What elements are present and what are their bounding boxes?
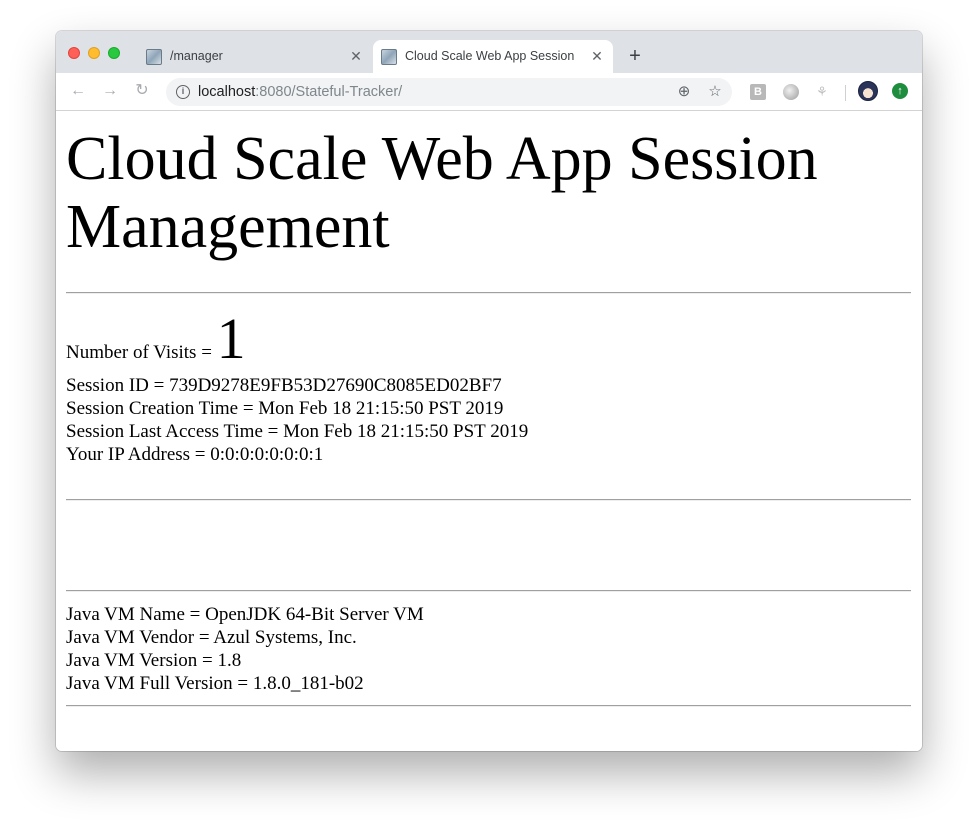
address-bar[interactable]: i localhost:8080/Stateful-Tracker/ ⊕ ☆ <box>166 78 732 106</box>
url-path: :8080/Stateful-Tracker/ <box>255 84 403 100</box>
divider-top <box>66 292 911 294</box>
visits-count: 1 <box>216 306 246 371</box>
session-id: Session ID = 739D9278E9FB53D27690C8085ED… <box>66 375 502 396</box>
window-maximize-button[interactable] <box>108 47 120 59</box>
divider-bottom <box>66 705 911 707</box>
extension-tree-icon[interactable]: ⚘ <box>814 84 830 100</box>
window-close-button[interactable] <box>68 47 80 59</box>
visits-label: Number of Visits = <box>66 342 217 363</box>
browser-toolbar: ← → ↻ i localhost:8080/Stateful-Tracker/… <box>56 73 922 111</box>
page-content: Cloud Scale Web App Session Management N… <box>56 111 922 751</box>
java-vm-version: Java VM Version = 1.8 <box>66 650 242 671</box>
reload-icon[interactable]: ↻ <box>130 79 154 103</box>
session-creation-time: Session Creation Time = Mon Feb 18 21:15… <box>66 398 504 419</box>
tab-manager[interactable]: /manager ✕ <box>138 40 372 73</box>
extension-circle-icon[interactable] <box>783 84 799 100</box>
divider-middle <box>66 499 911 501</box>
tab-close-icon[interactable]: ✕ <box>348 40 364 73</box>
tomcat-favicon-icon <box>146 49 162 65</box>
java-vm-vendor: Java VM Vendor = Azul Systems, Inc. <box>66 627 357 648</box>
tab-strip: /manager ✕ Cloud Scale Web App Session M… <box>56 31 922 73</box>
page-title: Cloud Scale Web App Session Management <box>66 125 818 261</box>
browser-window: /manager ✕ Cloud Scale Web App Session M… <box>56 31 922 751</box>
bookmark-star-icon[interactable]: ☆ <box>703 80 727 104</box>
visit-counter: Number of Visits = 1 <box>66 310 246 368</box>
site-info-icon[interactable]: i <box>176 85 190 99</box>
tab-title: Cloud Scale Web App Session Management <box>405 49 577 63</box>
java-vm-full-version: Java VM Full Version = 1.8.0_181-b02 <box>66 673 364 694</box>
tab-title: /manager <box>170 49 223 63</box>
toolbar-divider <box>845 85 846 101</box>
tab-close-icon[interactable]: ✕ <box>589 40 605 73</box>
url-host: localhost <box>198 84 256 100</box>
forward-arrow-icon[interactable]: → <box>98 79 122 103</box>
new-tab-button[interactable]: + <box>624 45 646 67</box>
ip-address: Your IP Address = 0:0:0:0:0:0:0:1 <box>66 444 324 465</box>
java-vm-name: Java VM Name = OpenJDK 64-Bit Server VM <box>66 604 424 625</box>
tab-session-management[interactable]: Cloud Scale Web App Session Management ✕ <box>373 40 613 73</box>
page-favicon-icon <box>381 49 397 65</box>
window-minimize-button[interactable] <box>88 47 100 59</box>
extension-b-icon[interactable]: B <box>750 84 766 100</box>
update-arrow-icon[interactable]: ↑ <box>892 83 908 99</box>
divider-lower <box>66 590 911 592</box>
zoom-icon[interactable]: ⊕ <box>672 80 696 104</box>
profile-avatar-icon[interactable] <box>858 81 878 101</box>
url-text[interactable]: localhost:8080/Stateful-Tracker/ <box>198 78 402 106</box>
session-last-access-time: Session Last Access Time = Mon Feb 18 21… <box>66 421 529 442</box>
back-arrow-icon[interactable]: ← <box>66 79 90 103</box>
